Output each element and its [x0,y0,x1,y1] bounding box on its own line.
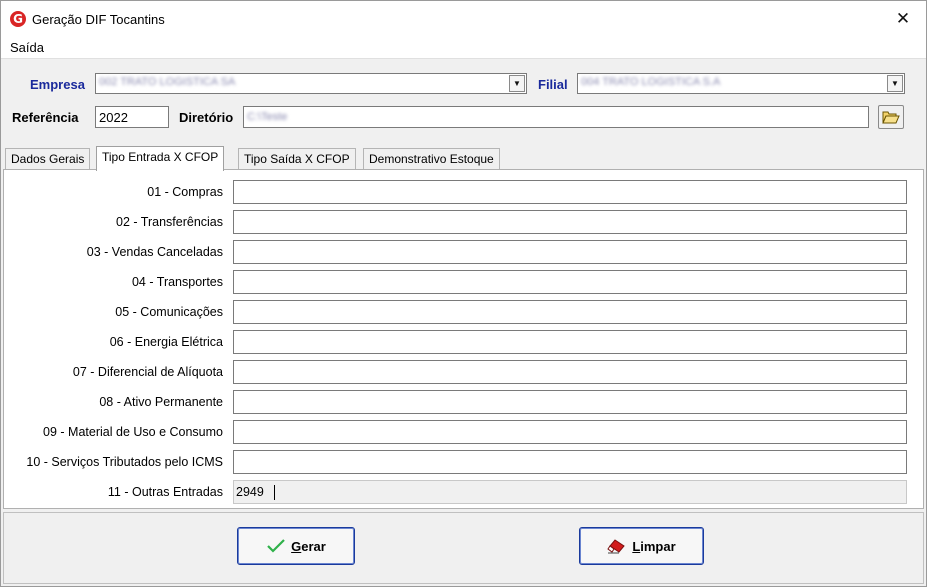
tab-tipo-saida-cfop[interactable]: Tipo Saída X CFOP [238,148,356,170]
close-button[interactable]: ✕ [880,1,926,37]
title-bar: G Geração DIF Tocantins ✕ [1,1,926,37]
cfop-input-outras-entradas[interactable]: 2949 [233,480,907,504]
button-bar: Gerar Limpar [3,512,924,584]
chevron-down-icon[interactable]: ▼ [887,75,903,92]
tab-tipo-entrada-cfop[interactable]: Tipo Entrada X CFOP [96,146,225,171]
menu-bar: Saída [1,37,926,59]
empresa-value: 002 TRATO LOGISTICA SA [99,76,236,88]
gerar-button[interactable]: Gerar [237,527,355,565]
referencia-value: 2022 [99,110,128,125]
tab-demonstrativo-estoque[interactable]: Demonstrativo Estoque [363,148,500,170]
row-label-transportes: 04 - Transportes [131,275,223,289]
row-label-vendas-canceladas: 03 - Vendas Canceladas [86,245,223,259]
window-title: Geração DIF Tocantins [32,11,165,27]
row-label-diferencial-aliquota: 07 - Diferencial de Alíquota [72,365,223,379]
row-label-ativo-permanente: 08 - Ativo Permanente [99,395,223,409]
cfop-input-transportes[interactable] [233,270,907,294]
cfop-input-transferencias[interactable] [233,210,907,234]
app-logo-icon: G [10,11,26,27]
cfop-input-diferencial-aliquota[interactable] [233,360,907,384]
cfop-input-vendas-canceladas[interactable] [233,240,907,264]
text-cursor [274,485,275,500]
limpar-label: Limpar [632,538,676,554]
check-icon [267,539,285,553]
cfop-input-ativo-permanente[interactable] [233,390,907,414]
folder-open-icon [882,111,900,124]
close-icon: ✕ [895,9,911,29]
menu-item-saida[interactable]: Saída [10,40,44,55]
cfop-input-servicos-icms[interactable] [233,450,907,474]
filial-select[interactable]: 004 TRATO LOGISTICA S.A ▼ [577,73,905,94]
eraser-icon [607,539,626,554]
chevron-down-icon[interactable]: ▼ [509,75,525,92]
filial-label: Filial [538,77,568,92]
row-label-servicos-icms: 10 - Serviços Tributados pelo ICMS [26,455,223,469]
referencia-label: Referência [12,110,79,125]
cfop-value: 2949 [236,485,264,499]
row-label-compras: 01 - Compras [147,185,223,199]
limpar-button[interactable]: Limpar [579,527,704,565]
tab-dados-gerais[interactable]: Dados Gerais [5,148,91,170]
referencia-input[interactable]: 2022 [95,106,169,128]
cfop-input-material-uso-consumo[interactable] [233,420,907,444]
row-label-transferencias: 02 - Transferências [116,215,223,229]
diretorio-label: Diretório [179,110,234,125]
row-label-energia-eletrica: 06 - Energia Elétrica [109,335,223,349]
diretorio-input[interactable]: C:\Teste [243,106,869,128]
cfop-input-energia-eletrica[interactable] [233,330,907,354]
browse-folder-button[interactable] [878,105,904,129]
filial-value: 004 TRATO LOGISTICA S.A [581,76,721,88]
gerar-label: Gerar [291,538,326,554]
empresa-label: Empresa [30,77,85,92]
row-label-outras-entradas: 11 - Outras Entradas [107,485,223,499]
cfop-input-comunicacoes[interactable] [233,300,907,324]
row-label-material-uso-consumo: 09 - Material de Uso e Consumo [43,425,223,439]
diretorio-value: C:\Teste [247,111,288,123]
row-label-comunicacoes: 05 - Comunicações [115,305,223,319]
main-window: G Geração DIF Tocantins ✕ Saída Empresa … [0,0,927,587]
tab-panel-entrada: 01 - Compras 02 - Transferências 03 - Ve… [3,169,924,509]
empresa-select[interactable]: 002 TRATO LOGISTICA SA ▼ [95,73,527,94]
cfop-input-compras[interactable] [233,180,907,204]
